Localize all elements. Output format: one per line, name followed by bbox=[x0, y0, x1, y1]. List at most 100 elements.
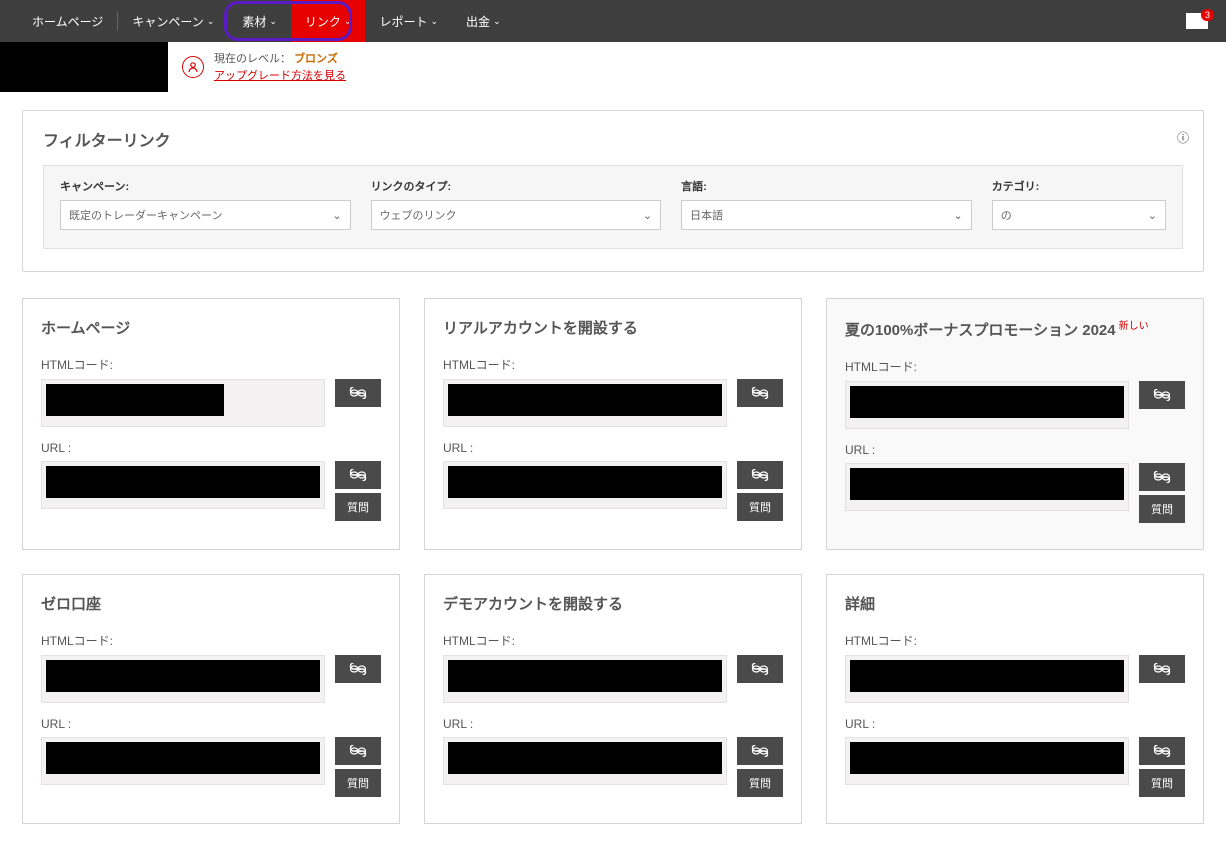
copy-url-button[interactable] bbox=[1139, 737, 1185, 765]
html-code-label: HTMLコード: bbox=[845, 358, 1185, 375]
filter-category-label: カテゴリ: bbox=[992, 178, 1166, 194]
redacted-content bbox=[448, 384, 722, 416]
copy-html-button[interactable] bbox=[737, 379, 783, 407]
redacted-content bbox=[850, 386, 1124, 418]
url-box[interactable] bbox=[41, 461, 325, 509]
copy-html-button[interactable] bbox=[335, 655, 381, 683]
nav-material[interactable]: 素材⌄ bbox=[228, 0, 291, 42]
redacted-content bbox=[850, 660, 1124, 692]
card-title: 夏の100%ボーナスプロモーション 2024新しい bbox=[845, 317, 1185, 340]
copy-url-button[interactable] bbox=[737, 461, 783, 489]
question-button[interactable]: 質問 bbox=[1139, 769, 1185, 797]
filter-panel: フィルターリンク ⓘ キャンペーン: 既定のトレーダーキャンペーン⌄ リンクのタ… bbox=[22, 110, 1204, 272]
question-button[interactable]: 質問 bbox=[737, 493, 783, 521]
html-code-box[interactable] bbox=[845, 381, 1129, 429]
copy-html-button[interactable] bbox=[1139, 381, 1185, 409]
level-info: 現在のレベル： ブロンズ アップグレード方法を見る bbox=[214, 50, 346, 84]
filter-linktype: リンクのタイプ: ウェブのリンク⌄ bbox=[371, 178, 662, 230]
nav-report[interactable]: レポート⌄ bbox=[365, 0, 452, 42]
level-prefix: 現在のレベル： bbox=[214, 53, 291, 65]
mail-badge: 3 bbox=[1201, 9, 1214, 21]
filter-category: カテゴリ: の⌄ bbox=[992, 178, 1166, 230]
card-title: ゼロ口座 bbox=[41, 593, 381, 614]
question-button[interactable]: 質問 bbox=[335, 769, 381, 797]
copy-html-button[interactable] bbox=[335, 379, 381, 407]
question-button[interactable]: 質問 bbox=[335, 493, 381, 521]
user-bar: 現在のレベル： ブロンズ アップグレード方法を見る bbox=[0, 42, 1226, 92]
upgrade-link[interactable]: アップグレード方法を見る bbox=[214, 70, 346, 82]
url-label: URL : bbox=[443, 717, 783, 731]
redacted-content bbox=[850, 468, 1124, 500]
question-button[interactable]: 質問 bbox=[737, 769, 783, 797]
url-label: URL : bbox=[41, 717, 381, 731]
filter-title: フィルターリンク bbox=[43, 127, 1183, 151]
user-icon bbox=[182, 56, 204, 78]
html-code-box[interactable] bbox=[443, 655, 727, 703]
chevron-down-icon: ⌄ bbox=[431, 16, 439, 27]
link-card: デモアカウントを開設するHTMLコード:URL :質問 bbox=[424, 574, 802, 824]
url-box[interactable] bbox=[41, 737, 325, 785]
info-icon[interactable]: ⓘ bbox=[1177, 129, 1189, 146]
html-code-label: HTMLコード: bbox=[41, 632, 381, 649]
redacted-content bbox=[448, 660, 722, 692]
level-value: ブロンズ bbox=[294, 53, 338, 65]
copy-url-button[interactable] bbox=[737, 737, 783, 765]
redacted-content bbox=[46, 660, 320, 692]
main-content: フィルターリンク ⓘ キャンペーン: 既定のトレーダーキャンペーン⌄ リンクのタ… bbox=[0, 92, 1226, 842]
copy-url-button[interactable] bbox=[335, 461, 381, 489]
url-label: URL : bbox=[845, 717, 1185, 731]
filter-language-label: 言語: bbox=[681, 178, 972, 194]
question-button[interactable]: 質問 bbox=[1139, 495, 1185, 523]
html-code-box[interactable] bbox=[41, 655, 325, 703]
html-code-box[interactable] bbox=[443, 379, 727, 427]
linktype-select[interactable]: ウェブのリンク⌄ bbox=[371, 200, 662, 230]
redacted-content bbox=[46, 384, 224, 416]
campaign-select[interactable]: 既定のトレーダーキャンペーン⌄ bbox=[60, 200, 351, 230]
redacted-content bbox=[46, 742, 320, 774]
category-select[interactable]: の⌄ bbox=[992, 200, 1166, 230]
url-box[interactable] bbox=[845, 463, 1129, 511]
chevron-down-icon: ⌄ bbox=[953, 209, 962, 222]
chevron-down-icon: ⌄ bbox=[643, 209, 652, 222]
filter-campaign-label: キャンペーン: bbox=[60, 178, 351, 194]
html-code-box[interactable] bbox=[845, 655, 1129, 703]
card-title: デモアカウントを開設する bbox=[443, 593, 783, 614]
chevron-down-icon: ⌄ bbox=[207, 16, 215, 27]
redacted-content bbox=[448, 742, 722, 774]
chevron-down-icon: ⌄ bbox=[493, 16, 501, 27]
nav-campaign[interactable]: キャンペーン⌄ bbox=[118, 0, 228, 42]
url-box[interactable] bbox=[443, 461, 727, 509]
url-label: URL : bbox=[443, 441, 783, 455]
chevron-down-icon: ⌄ bbox=[1148, 209, 1157, 222]
copy-html-button[interactable] bbox=[1139, 655, 1185, 683]
user-avatar-redacted bbox=[0, 42, 168, 92]
link-card: ゼロ口座 HTMLコード: URL : 質問 bbox=[22, 574, 400, 824]
card-title: ホームページ bbox=[41, 317, 381, 338]
filter-linktype-label: リンクのタイプ: bbox=[371, 178, 662, 194]
html-code-label: HTMLコード: bbox=[443, 356, 783, 373]
link-card: リアルアカウントを開設する HTMLコード: URL : 質問 bbox=[424, 298, 802, 550]
cards-grid: ホームページ HTMLコード: URL : 質問 リアルアカウントを開設する HTMLコー… bbox=[22, 298, 1204, 824]
language-select[interactable]: 日本語⌄ bbox=[681, 200, 972, 230]
filter-language: 言語: 日本語⌄ bbox=[681, 178, 972, 230]
url-box[interactable] bbox=[443, 737, 727, 785]
top-nav: ホームページ キャンペーン⌄ 素材⌄ リンク⌄ レポート⌄ 出金⌄ 3 bbox=[0, 0, 1226, 42]
filter-row: キャンペーン: 既定のトレーダーキャンペーン⌄ リンクのタイプ: ウェブのリンク… bbox=[43, 165, 1183, 249]
url-label: URL : bbox=[41, 441, 381, 455]
copy-html-button[interactable] bbox=[737, 655, 783, 683]
nav-link[interactable]: リンク⌄ bbox=[291, 0, 366, 42]
nav-home[interactable]: ホームページ bbox=[18, 0, 117, 42]
html-code-box[interactable] bbox=[41, 379, 325, 427]
copy-url-button[interactable] bbox=[335, 737, 381, 765]
url-box[interactable] bbox=[845, 737, 1129, 785]
card-title: リアルアカウントを開設する bbox=[443, 317, 783, 338]
chevron-down-icon: ⌄ bbox=[332, 209, 341, 222]
mail-button[interactable]: 3 bbox=[1186, 13, 1208, 29]
redacted-content bbox=[448, 466, 722, 498]
filter-campaign: キャンペーン: 既定のトレーダーキャンペーン⌄ bbox=[60, 178, 351, 230]
nav-withdraw[interactable]: 出金⌄ bbox=[452, 0, 515, 42]
redacted-content bbox=[46, 466, 320, 498]
copy-url-button[interactable] bbox=[1139, 463, 1185, 491]
html-code-label: HTMLコード: bbox=[41, 356, 381, 373]
link-card: 夏の100%ボーナスプロモーション 2024新しいHTMLコード:URL :質問 bbox=[826, 298, 1204, 550]
